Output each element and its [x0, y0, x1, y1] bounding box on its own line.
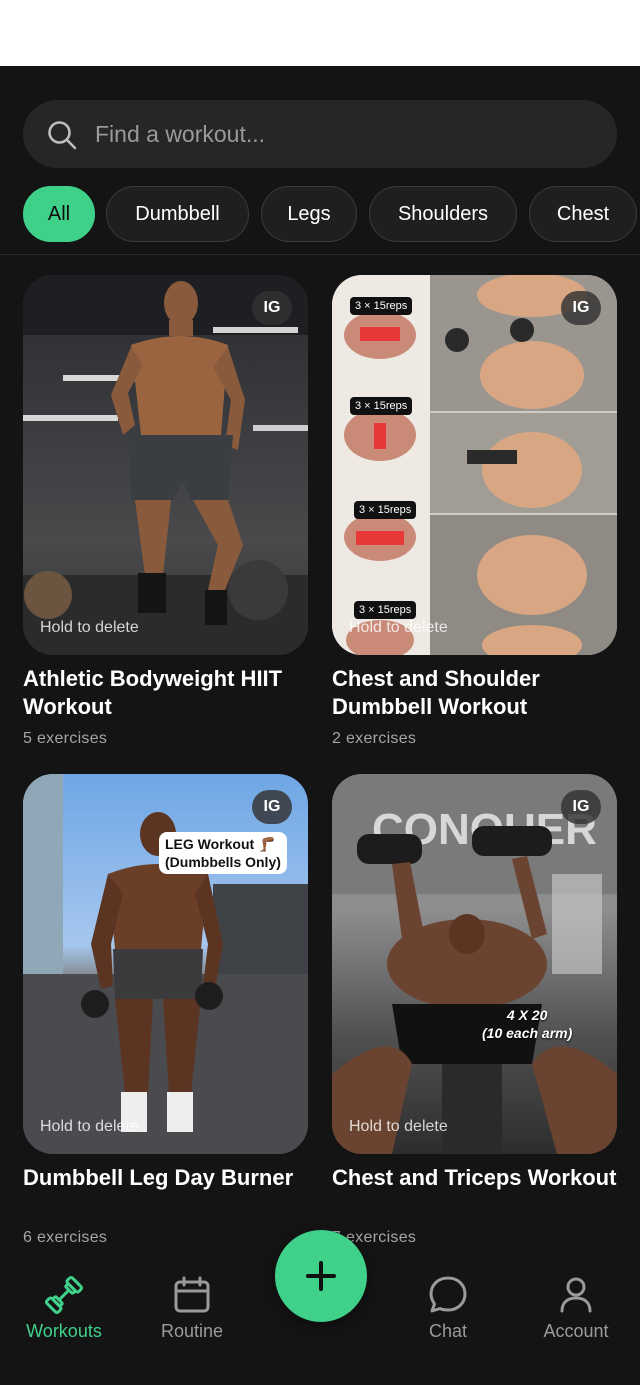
workout-title: Chest and Shoulder Dumbbell Workout [332, 666, 540, 719]
exercise-collage-image [332, 275, 617, 655]
reps-label: 3 × 15reps [354, 501, 417, 519]
app-screen: All Dumbbell Legs Shoulders Chest [0, 66, 640, 1385]
nav-account-label: Account [543, 1321, 609, 1341]
nav-chat[interactable]: Chat [388, 1273, 508, 1353]
chat-bubble-icon [429, 1276, 467, 1313]
workout-title: Athletic Bodyweight HIIT Workout [23, 666, 283, 719]
workout-thumbnail[interactable]: 3 × 15reps 3 × 15reps 3 × 15reps 3 × 15r… [332, 275, 617, 655]
workout-thumbnail[interactable]: LEG Workout 🦵🏾 (Dumbbells Only) IG Hold … [23, 774, 308, 1154]
filter-chips: All Dumbbell Legs Shoulders Chest [0, 186, 640, 244]
nav-routine-label: Routine [160, 1321, 224, 1341]
athlete-image [23, 275, 308, 655]
filter-chip-shoulders[interactable]: Shoulders [369, 186, 517, 242]
search-input[interactable] [95, 100, 595, 168]
video-caption: 4 X 20 (10 each arm) [482, 1007, 573, 1041]
filter-chip-chest[interactable]: Chest [529, 186, 637, 242]
filter-chip-dumbbell[interactable]: Dumbbell [106, 186, 249, 242]
user-icon [560, 1277, 592, 1313]
reps-label: 3 × 15reps [350, 297, 413, 315]
instagram-badge: IG [252, 291, 292, 325]
plus-icon [306, 1261, 336, 1291]
calendar-icon [174, 1276, 210, 1313]
filter-chip-all[interactable]: All [23, 186, 95, 242]
workout-title: Chest and Triceps Workout [332, 1165, 617, 1190]
nav-account[interactable]: Account [516, 1273, 636, 1353]
divider [0, 254, 640, 255]
status-bar-area [0, 0, 640, 66]
search-bar[interactable] [23, 100, 617, 168]
workout-thumbnail[interactable]: IG Hold to delete [23, 275, 308, 655]
hold-to-delete-hint: Hold to delete [40, 1118, 139, 1135]
instagram-badge: IG [561, 291, 601, 325]
instagram-badge: IG [561, 790, 601, 824]
instagram-badge: IG [252, 790, 292, 824]
reps-label: 3 × 15reps [354, 601, 417, 619]
add-workout-button[interactable] [275, 1230, 367, 1322]
hold-to-delete-hint: Hold to delete [349, 1118, 448, 1135]
workout-thumbnail[interactable]: CONQUER 4 X 20 (10 each arm) IG Hold to … [332, 774, 617, 1154]
video-caption: LEG Workout 🦵🏾 (Dumbbells Only) [159, 832, 287, 874]
nav-workouts-label: Workouts [26, 1321, 102, 1341]
nav-workouts[interactable]: Workouts [4, 1273, 124, 1353]
bottom-navigation: Workouts Routine Chat Account [0, 1230, 640, 1385]
hold-to-delete-hint: Hold to delete [349, 619, 448, 636]
athlete-bench-image: CONQUER [332, 774, 617, 1154]
nav-chat-label: Chat [428, 1321, 468, 1341]
dumbbell-icon [44, 1275, 84, 1315]
exercise-count: 5 exercises [23, 730, 108, 747]
search-icon [48, 121, 77, 150]
nav-routine[interactable]: Routine [132, 1273, 252, 1353]
exercise-count: 2 exercises [332, 730, 417, 747]
filter-chip-legs[interactable]: Legs [261, 186, 357, 242]
athlete-outdoor-image [23, 774, 308, 1154]
hold-to-delete-hint: Hold to delete [40, 619, 139, 636]
reps-label: 3 × 15reps [350, 397, 413, 415]
workout-title: Dumbbell Leg Day Burner [23, 1165, 294, 1190]
